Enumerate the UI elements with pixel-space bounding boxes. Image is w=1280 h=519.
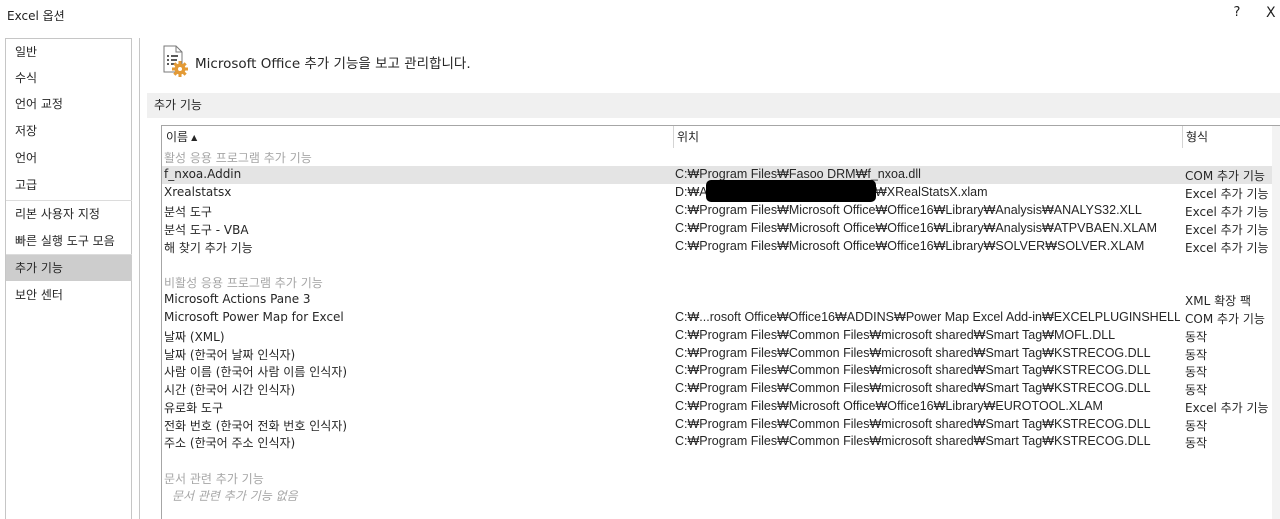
table-row[interactable]: 날짜 (XML) C:₩Program Files₩Common Files₩m… — [162, 327, 1272, 345]
cell-type: Excel 추가 기능 — [1185, 205, 1269, 219]
close-button[interactable]: X — [1266, 5, 1280, 25]
cell-location: C:₩Program Files₩Microsoft Office₩Office… — [675, 239, 1145, 253]
cell-location: C:₩Program Files₩Microsoft Office₩Office… — [675, 221, 1158, 235]
column-header-name[interactable]: 이름 ▲ — [166, 128, 197, 146]
cell-location: C:₩Program Files₩Common Files₩microsoft … — [675, 363, 1151, 377]
cell-type: COM 추가 기능 — [1185, 169, 1265, 183]
cell-location-end: ₩XRealStatsX.xlam — [875, 185, 988, 199]
cell-type: Excel 추가 기능 — [1185, 223, 1269, 237]
cell-location: C:₩Program Files₩Common Files₩microsoft … — [675, 434, 1151, 448]
sidebar-item-language[interactable]: 언어 — [6, 145, 132, 171]
table-row[interactable]: 사람 이름 (한국어 사람 이름 인식자) C:₩Program Files₩C… — [162, 362, 1272, 380]
table-row[interactable]: 전화 번호 (한국어 전화 번호 인식자) C:₩Program Files₩C… — [162, 416, 1272, 434]
sidebar-item-quick-access-toolbar[interactable]: 빠른 실행 도구 모음 — [6, 228, 132, 254]
cell-name: f_nxoa.Addin — [164, 167, 242, 181]
group-label-document: 문서 관련 추가 기능 — [164, 472, 264, 486]
table-row[interactable]: 날짜 (한국어 날짜 인식자) C:₩Program Files₩Common … — [162, 345, 1272, 363]
section-title: 추가 기능 — [154, 98, 202, 112]
addin-gear-icon — [163, 45, 188, 77]
cell-name: 날짜 (XML) — [164, 330, 225, 344]
cell-type: Excel 추가 기능 — [1185, 241, 1269, 255]
table-row[interactable]: 분석 도구 C:₩Program Files₩Microsoft Office₩… — [162, 202, 1272, 220]
cell-type: COM 추가 기능 — [1185, 312, 1265, 326]
cell-location: C:₩Program Files₩Microsoft Office₩Office… — [675, 203, 1142, 217]
group-label-active: 활성 응용 프로그램 추가 기능 — [164, 151, 312, 165]
options-sidebar: 일반 수식 언어 교정 저장 언어 고급 리본 사용자 지정 빠른 실행 도구 … — [5, 38, 132, 519]
cell-name: 날짜 (한국어 날짜 인식자) — [164, 348, 296, 362]
column-separator[interactable] — [673, 126, 674, 148]
table-row[interactable]: 유로화 도구 C:₩Program Files₩Microsoft Office… — [162, 398, 1272, 416]
page-title: Microsoft Office 추가 기능을 보고 관리합니다. — [195, 56, 471, 72]
cell-location: C:₩Program Files₩Microsoft Office₩Office… — [675, 399, 1103, 413]
cell-type: 동작 — [1185, 436, 1208, 450]
table-row[interactable]: 해 찾기 추가 기능 C:₩Program Files₩Microsoft Of… — [162, 238, 1272, 256]
table-row[interactable]: 분석 도구 - VBA C:₩Program Files₩Microsoft O… — [162, 220, 1272, 238]
column-header-name-label: 이름 — [166, 130, 189, 144]
cell-type: 동작 — [1185, 330, 1208, 344]
cell-type: Excel 추가 기능 — [1185, 401, 1269, 415]
sidebar-item-customize-ribbon[interactable]: 리본 사용자 지정 — [6, 201, 132, 227]
table-row[interactable]: 시간 (한국어 시간 인식자) C:₩Program Files₩Common … — [162, 380, 1272, 398]
table-row[interactable]: Microsoft Actions Pane 3 XML 확장 팩 — [162, 291, 1272, 309]
window-title: Excel 옵션 — [7, 9, 65, 23]
cell-type: 동작 — [1185, 365, 1208, 379]
section-header — [147, 93, 1280, 118]
table-row[interactable]: 주소 (한국어 주소 인식자) C:₩Program Files₩Common … — [162, 433, 1272, 451]
column-separator[interactable] — [1182, 126, 1183, 148]
column-header-type[interactable]: 형식 — [1186, 128, 1208, 146]
cell-name: 사람 이름 (한국어 사람 이름 인식자) — [164, 365, 347, 379]
column-header-location[interactable]: 위치 — [677, 128, 699, 146]
cell-location: C:₩Program Files₩Common Files₩microsoft … — [675, 381, 1151, 395]
title-bar: Excel 옵션 ? X — [0, 0, 1280, 32]
cell-name: Microsoft Power Map for Excel — [164, 310, 344, 324]
cell-name: 해 찾기 추가 기능 — [164, 241, 253, 255]
cell-location: C:₩Program Files₩Common Files₩microsoft … — [675, 346, 1151, 360]
sidebar-item-trust-center[interactable]: 보안 센터 — [6, 282, 132, 308]
help-button[interactable]: ? — [1226, 5, 1248, 25]
cell-name: Xrealstatsx — [164, 185, 232, 199]
sidebar-item-proofing[interactable]: 언어 교정 — [6, 91, 132, 117]
cell-type: 동작 — [1185, 383, 1208, 397]
cell-name: 유로화 도구 — [164, 401, 224, 415]
table-row[interactable]: Microsoft Power Map for Excel C:₩...roso… — [162, 309, 1272, 327]
redaction-block — [706, 180, 876, 202]
cell-name: Microsoft Actions Pane 3 — [164, 292, 311, 306]
sidebar-item-save[interactable]: 저장 — [6, 118, 132, 144]
group-label-inactive: 비활성 응용 프로그램 추가 기능 — [164, 276, 323, 290]
sidebar-item-formulas[interactable]: 수식 — [6, 65, 132, 91]
cell-name: 주소 (한국어 주소 인식자) — [164, 436, 296, 450]
cell-name: 시간 (한국어 시간 인식자) — [164, 383, 296, 397]
sidebar-item-add-ins[interactable]: 추가 기능 — [6, 255, 132, 281]
sidebar-item-advanced[interactable]: 고급 — [6, 172, 132, 198]
cell-name: 전화 번호 (한국어 전화 번호 인식자) — [164, 419, 347, 433]
sort-ascending-icon: ▲ — [191, 133, 198, 142]
cell-type: 동작 — [1185, 348, 1208, 362]
cell-type: Excel 추가 기능 — [1185, 187, 1269, 201]
empty-group-note: 문서 관련 추가 기능 없음 — [172, 489, 298, 503]
cell-location: C:₩Program Files₩Common Files₩microsoft … — [675, 328, 1116, 342]
cell-name: 분석 도구 — [164, 205, 212, 219]
cell-location: C:₩...rosoft Office₩Office16₩ADDINS₩Powe… — [675, 310, 1180, 324]
cell-type: 동작 — [1185, 419, 1208, 433]
sidebar-item-general[interactable]: 일반 — [6, 39, 132, 65]
cell-location: C:₩Program Files₩Fasoo DRM₩f_nxoa.dll — [675, 167, 921, 181]
cell-name: 분석 도구 - VBA — [164, 223, 249, 237]
cell-type: XML 확장 팩 — [1185, 294, 1252, 308]
cell-location: C:₩Program Files₩Common Files₩microsoft … — [675, 417, 1151, 431]
